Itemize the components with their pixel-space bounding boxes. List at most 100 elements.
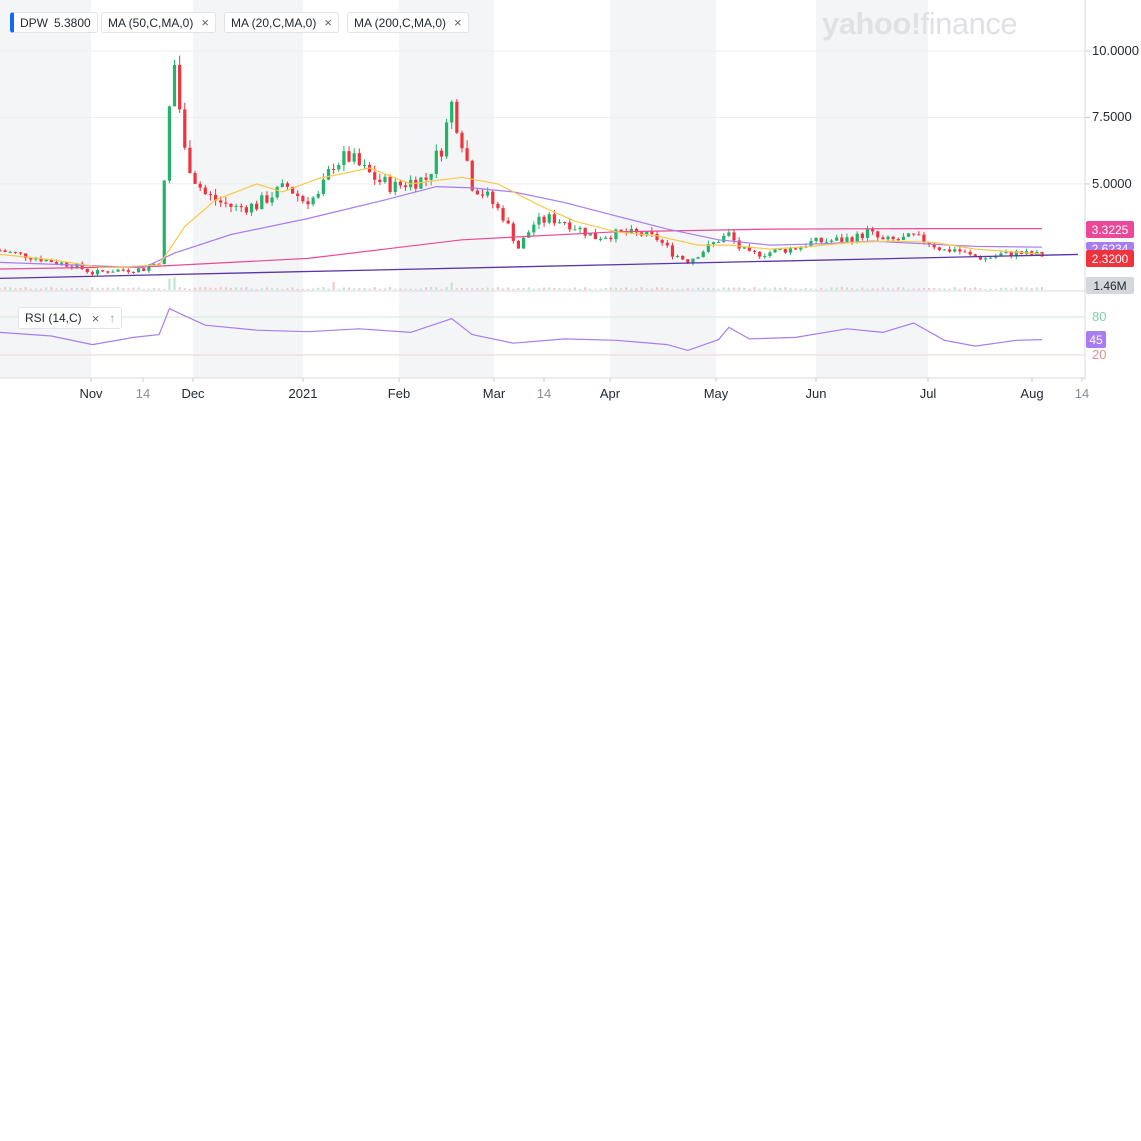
volume-bar [178, 287, 181, 290]
volume-bar [835, 287, 838, 290]
candle-body [95, 270, 100, 275]
volume-bar [271, 288, 274, 290]
candle-body [758, 251, 762, 257]
volume-bar [137, 287, 140, 290]
volume-bar [912, 288, 915, 290]
volume-bar [763, 287, 766, 290]
volume-bar [425, 287, 428, 290]
volume-bar [101, 288, 104, 290]
candle-body [260, 195, 264, 210]
ma50-pill[interactable]: MA (50,C,MA,0) × [101, 12, 216, 33]
candle-body [480, 194, 485, 196]
ma200-price-tag: 3.3225 [1086, 221, 1134, 238]
volume-bar [460, 287, 463, 290]
expand-icon[interactable]: ↑ [109, 311, 115, 325]
candle-body [172, 64, 177, 107]
close-icon[interactable]: × [324, 16, 332, 29]
price-chart[interactable] [0, 0, 1141, 410]
volume-bar [943, 288, 946, 290]
x-tick-label: 14 [1074, 386, 1090, 401]
volume-bar [481, 287, 484, 290]
candle-body [968, 251, 972, 255]
volume-bar [368, 288, 371, 290]
volume-bar [152, 288, 155, 290]
ma200-label: MA (200,C,MA,0) [354, 15, 447, 30]
volume-bar [768, 288, 771, 290]
volume-bar [260, 288, 263, 290]
ma20-pill[interactable]: MA (20,C,MA,0) × [224, 12, 339, 33]
volume-bar [851, 288, 854, 290]
volume-bar [188, 288, 191, 290]
volume-bar [630, 288, 633, 290]
candle-body [583, 227, 587, 236]
candle-body [958, 249, 962, 252]
volume-bar [394, 288, 397, 290]
volume-bar [127, 288, 130, 290]
volume-bar [758, 288, 761, 290]
close-icon[interactable]: × [92, 311, 100, 326]
candle-body [696, 257, 700, 259]
candle-body [655, 233, 659, 240]
volume-bar [876, 288, 879, 290]
candle-body [942, 249, 947, 251]
volume-bar [568, 288, 571, 290]
volume-bar [409, 288, 412, 290]
y-tick-label: 5.0000 [1092, 175, 1132, 191]
volume-bar [697, 287, 700, 290]
volume-bar [686, 288, 689, 290]
volume-bar [276, 288, 279, 290]
close-icon[interactable]: × [454, 16, 462, 29]
candle-body [398, 181, 402, 186]
candle-body [794, 248, 798, 250]
close-icon[interactable]: × [201, 16, 209, 29]
volume-bar [358, 288, 361, 290]
candle-body [901, 236, 906, 240]
volume-bar [317, 287, 320, 290]
candle-body [280, 183, 284, 187]
rsi-pill[interactable]: RSI (14,C) × ↑ [18, 307, 123, 329]
x-tick-label: Feb [387, 386, 411, 401]
x-tick-label: 14 [135, 386, 151, 401]
volume-bar [840, 287, 843, 290]
volume-bar [65, 288, 68, 290]
rsi-lower-label: 20 [1092, 347, 1107, 362]
volume-bar [779, 287, 782, 290]
volume-bar [727, 287, 730, 290]
candle-body [906, 233, 911, 237]
candle-body [547, 214, 551, 223]
volume-bar [928, 288, 931, 290]
candle-body [670, 245, 675, 257]
candle-body [516, 240, 521, 249]
volume-bar [168, 278, 171, 290]
volume-bar [938, 288, 941, 290]
ticker-pill[interactable]: DPW 5.3800 [10, 12, 98, 33]
volume-bar [419, 288, 422, 290]
volume-bar [774, 287, 777, 290]
candle-body [3, 250, 7, 252]
candle-body [491, 191, 495, 204]
volume-bar [645, 288, 648, 290]
candle-body [285, 183, 290, 187]
volume-bar [584, 287, 587, 290]
volume-bar [373, 287, 376, 290]
volume-bar [917, 288, 920, 290]
volume-bar [250, 288, 253, 290]
candle-body [717, 242, 721, 244]
volume-bar [322, 287, 325, 290]
volume-bar [594, 288, 597, 290]
volume-bar [620, 288, 623, 290]
volume-bar [34, 288, 37, 290]
volume-bar [40, 288, 43, 290]
candle-body [788, 248, 793, 253]
candle-body [542, 216, 546, 223]
volume-bar [681, 288, 684, 290]
candle-body [126, 270, 130, 272]
x-tick-label: Mar [482, 386, 506, 401]
candle-body [732, 232, 736, 241]
candle-body [989, 257, 993, 259]
ma200-pill[interactable]: MA (200,C,MA,0) × [347, 12, 469, 33]
candle-body [403, 185, 408, 188]
candle-body [778, 249, 782, 251]
volume-bar [892, 288, 895, 290]
volume-bar [604, 288, 607, 290]
